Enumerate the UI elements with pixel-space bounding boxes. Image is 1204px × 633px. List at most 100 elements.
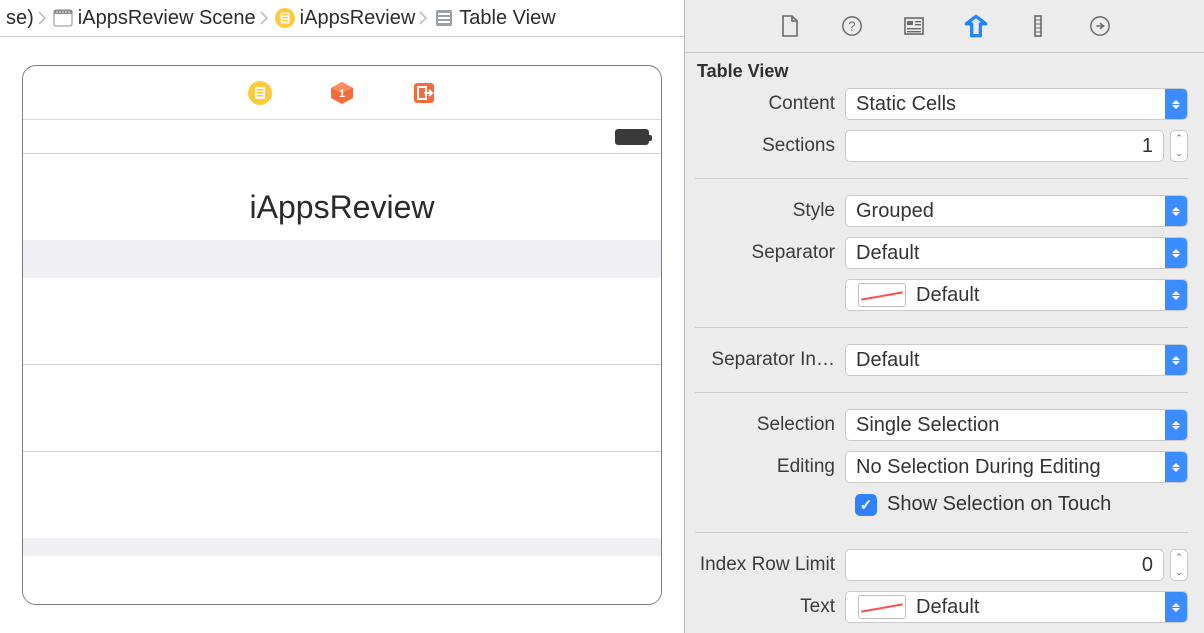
- viewcontroller-icon[interactable]: [247, 80, 273, 106]
- separator-color-popup[interactable]: Default: [845, 279, 1188, 311]
- selection-popup[interactable]: Single Selection: [845, 409, 1188, 441]
- row-content: Content Static Cells: [685, 88, 1188, 120]
- popup-value: No Selection During Editing: [856, 456, 1101, 479]
- exit-icon[interactable]: [411, 80, 437, 106]
- connections-inspector-tab[interactable]: [1086, 12, 1114, 40]
- divider: [695, 327, 1188, 328]
- popup-value: Grouped: [856, 200, 934, 223]
- viewcontroller-icon: [274, 7, 296, 29]
- inspector-pane: ? Table View Content Static Cells S: [685, 0, 1204, 633]
- help-inspector-tab[interactable]: ?: [838, 12, 866, 40]
- row-separator-color: Default: [685, 279, 1188, 311]
- content-popup[interactable]: Static Cells: [845, 88, 1188, 120]
- table-row[interactable]: [23, 278, 661, 364]
- chevron-up-icon: ⌃: [1171, 550, 1187, 565]
- attributes-inspector-tab[interactable]: [962, 12, 990, 40]
- divider: [695, 392, 1188, 393]
- chevron-down-icon: ⌄: [1171, 146, 1187, 161]
- breadcrumb-item-base[interactable]: se): [4, 7, 36, 30]
- row-selection: Selection Single Selection: [685, 409, 1188, 441]
- label-content: Content: [685, 93, 845, 115]
- first-responder-icon[interactable]: 1: [329, 80, 355, 106]
- navigation-title[interactable]: iAppsReview: [23, 154, 661, 240]
- table-row[interactable]: [23, 452, 661, 538]
- chevron-right-icon: [38, 11, 48, 25]
- scene-canvas[interactable]: 1 iAppsReview: [0, 37, 684, 633]
- popup-value: Default: [916, 284, 979, 307]
- status-bar: [23, 120, 661, 154]
- separator-inset-popup[interactable]: Default: [845, 344, 1188, 376]
- chevron-right-icon: [419, 11, 429, 25]
- separator-popup[interactable]: Default: [845, 237, 1188, 269]
- divider: [695, 178, 1188, 179]
- row-show-selection: ✓ Show Selection on Touch: [685, 493, 1188, 516]
- stepper-arrows-icon: [1165, 410, 1187, 440]
- popup-value: Default: [916, 596, 979, 619]
- checkbox-label: Show Selection on Touch: [887, 493, 1111, 516]
- inspector-section-title: Table View: [685, 53, 1204, 86]
- label-style: Style: [685, 200, 845, 222]
- breadcrumb-item-tableview[interactable]: Table View: [431, 7, 557, 30]
- breadcrumb-item-scene[interactable]: iAppsReview Scene: [50, 7, 258, 30]
- svg-text:1: 1: [339, 88, 345, 100]
- popup-value: Static Cells: [856, 93, 956, 116]
- label-sections: Sections: [685, 135, 845, 157]
- row-style: Style Grouped: [685, 195, 1188, 227]
- popup-value: Default: [856, 349, 919, 372]
- table-row[interactable]: [23, 365, 661, 451]
- popup-value: Single Selection: [856, 414, 999, 437]
- label-selection: Selection: [685, 414, 845, 436]
- chevron-down-icon: ⌄: [1171, 565, 1187, 580]
- inspector-tabs: ?: [685, 0, 1204, 53]
- editor-pane: se) iAppsReview Scene: [0, 0, 685, 633]
- text-color-popup[interactable]: Default: [845, 591, 1188, 623]
- label-text: Text: [685, 596, 845, 618]
- table-view[interactable]: [23, 240, 661, 604]
- popup-value: Default: [856, 242, 919, 265]
- breadcrumb-item-controller[interactable]: iAppsReview: [272, 7, 418, 30]
- row-separator: Separator Default: [685, 237, 1188, 269]
- style-popup[interactable]: Grouped: [845, 195, 1188, 227]
- breadcrumb: se) iAppsReview Scene: [0, 0, 684, 37]
- file-inspector-tab[interactable]: [776, 12, 804, 40]
- label-separator-inset: Separator In…: [685, 349, 845, 371]
- divider: [695, 532, 1188, 533]
- svg-text:?: ?: [848, 19, 855, 34]
- index-row-limit-stepper[interactable]: ⌃ ⌄: [1170, 549, 1188, 581]
- stepper-arrows-icon: [1165, 345, 1187, 375]
- stepper-arrows-icon: [1165, 196, 1187, 226]
- label-separator: Separator: [685, 242, 845, 264]
- index-row-limit-field[interactable]: 0: [845, 549, 1164, 581]
- editing-popup[interactable]: No Selection During Editing: [845, 451, 1188, 483]
- storyboard-icon: [52, 7, 74, 29]
- color-well-icon: [858, 283, 906, 307]
- row-sections: Sections 1 ⌃ ⌄: [685, 130, 1188, 162]
- section-header: [23, 240, 661, 278]
- label-index-limit: Index Row Limit: [685, 554, 845, 576]
- stepper-arrows-icon: [1165, 592, 1187, 622]
- label-editing: Editing: [685, 456, 845, 478]
- breadcrumb-label: se): [6, 7, 34, 30]
- identity-inspector-tab[interactable]: [900, 12, 928, 40]
- breadcrumb-label: iAppsReview: [300, 7, 416, 30]
- battery-icon: [615, 129, 649, 145]
- stepper-arrows-icon: [1165, 89, 1187, 119]
- breadcrumb-label: iAppsReview Scene: [78, 7, 256, 30]
- color-well-icon: [858, 595, 906, 619]
- row-separator-inset: Separator In… Default: [685, 344, 1188, 376]
- inspector-form: Content Static Cells Sections 1 ⌃ ⌄: [685, 86, 1204, 633]
- row-index-limit: Index Row Limit 0 ⌃ ⌄: [685, 549, 1188, 581]
- sections-field[interactable]: 1: [845, 130, 1164, 162]
- row-editing: Editing No Selection During Editing: [685, 451, 1188, 483]
- field-value: 0: [1142, 554, 1153, 577]
- chevron-up-icon: ⌃: [1171, 131, 1187, 146]
- size-inspector-tab[interactable]: [1024, 12, 1052, 40]
- stepper-arrows-icon: [1165, 280, 1187, 310]
- show-selection-checkbox[interactable]: ✓: [855, 494, 877, 516]
- breadcrumb-label: Table View: [459, 7, 555, 30]
- scene-device[interactable]: 1 iAppsReview: [22, 65, 662, 605]
- stepper-arrows-icon: [1165, 452, 1187, 482]
- sections-stepper[interactable]: ⌃ ⌄: [1170, 130, 1188, 162]
- nav-title-label: iAppsReview: [250, 189, 435, 226]
- tableview-icon: [433, 7, 455, 29]
